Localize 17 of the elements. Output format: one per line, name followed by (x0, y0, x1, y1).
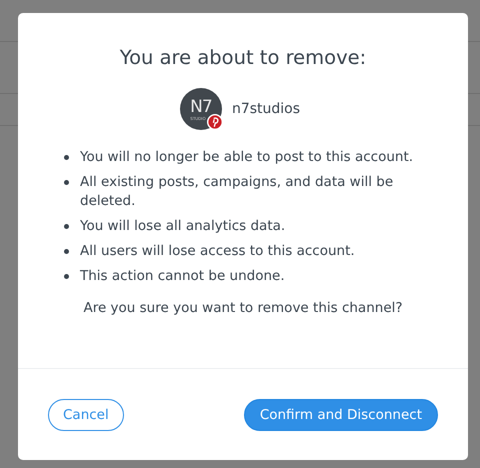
consequence-text: This action cannot be undone. (80, 267, 285, 286)
consequence-text: All users will lose access to this account. (80, 242, 355, 261)
cancel-button[interactable]: Cancel (48, 398, 124, 430)
dialog-title: You are about to remove: (120, 46, 366, 70)
consequence-text: You will no longer be able to post to this account. (80, 148, 414, 167)
pin-icon (206, 114, 223, 130)
confirm-button[interactable]: Confirm and Disconnect (244, 398, 438, 430)
account-name: n7studios (232, 101, 300, 117)
consequence-text: All existing posts, campaigns, and data will be deleted. (80, 173, 394, 211)
bullet-icon (64, 274, 69, 279)
bullet-icon (64, 249, 69, 254)
consequence-text: You will lose all analytics data. (80, 217, 286, 236)
logo-text: N7 (190, 99, 212, 116)
bullet-icon (64, 180, 69, 185)
bullet-icon (64, 224, 69, 229)
confirmation-question: Are you sure you want to remove this channel? (83, 299, 403, 318)
bullet-icon (64, 155, 69, 160)
